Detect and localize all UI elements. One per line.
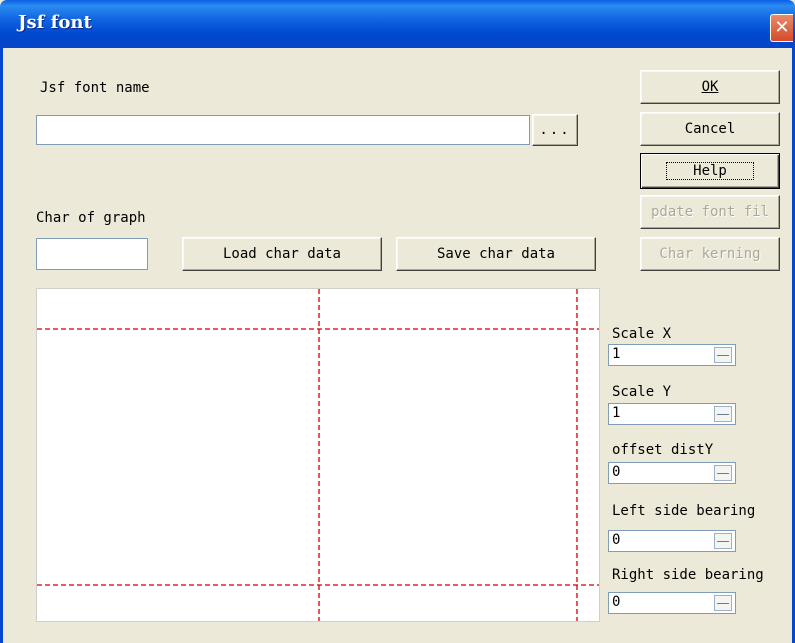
scale-x-arrows[interactable] — [714, 347, 732, 363]
char-kerning-label: Char kerning — [659, 246, 761, 262]
ok-label: OK — [701, 79, 719, 95]
help-label: Help — [666, 162, 754, 180]
char-kerning-button[interactable]: Char kerning — [640, 237, 780, 271]
spin-down-icon[interactable] — [715, 356, 731, 363]
close-icon: ✕ — [774, 17, 790, 38]
left-side-bearing-spinner[interactable]: 0 — [608, 530, 736, 552]
spin-down-icon[interactable] — [715, 604, 731, 611]
offset-dist-y-value: 0 — [612, 464, 621, 480]
spin-down-icon[interactable] — [715, 415, 731, 422]
right-side-bearing-label: Right side bearing — [612, 567, 764, 583]
glyph-canvas[interactable] — [36, 288, 600, 622]
scale-y-arrows[interactable] — [714, 406, 732, 422]
char-of-graph-input[interactable] — [36, 238, 148, 270]
window-frame-left — [0, 48, 3, 643]
scale-y-spinner[interactable]: 1 — [608, 403, 736, 425]
right-side-bearing-spinner[interactable]: 0 — [608, 592, 736, 614]
scale-x-spinner[interactable]: 1 — [608, 344, 736, 366]
update-font-file-label: pdate font fil — [650, 204, 769, 220]
glyph-guides — [37, 289, 599, 621]
right-side-bearing-value: 0 — [612, 594, 621, 610]
spin-down-icon[interactable] — [715, 474, 731, 481]
scale-x-label: Scale X — [612, 326, 672, 342]
spin-up-icon[interactable] — [715, 534, 731, 541]
browse-button[interactable]: ... — [532, 114, 578, 146]
scale-x-value: 1 — [612, 346, 621, 362]
close-button[interactable]: ✕ — [770, 14, 793, 42]
spin-up-icon[interactable] — [715, 407, 731, 414]
spin-down-icon[interactable] — [715, 542, 731, 549]
offset-dist-y-label: offset distY — [612, 442, 714, 458]
right-side-bearing-arrows[interactable] — [714, 595, 732, 611]
offset-dist-y-spinner[interactable]: 0 — [608, 462, 736, 484]
font-name-input[interactable] — [36, 115, 530, 145]
load-char-data-label: Load char data — [222, 246, 341, 262]
char-of-graph-label: Char of graph — [36, 210, 146, 226]
scale-y-value: 1 — [612, 405, 621, 421]
left-side-bearing-label: Left side bearing — [612, 503, 756, 519]
left-side-bearing-value: 0 — [612, 532, 621, 548]
left-side-bearing-arrows[interactable] — [714, 533, 732, 549]
cancel-button[interactable]: Cancel — [640, 112, 780, 146]
ok-button[interactable]: OK — [640, 70, 780, 104]
spin-up-icon[interactable] — [715, 596, 731, 603]
spin-up-icon[interactable] — [715, 466, 731, 473]
load-char-data-button[interactable]: Load char data — [182, 237, 382, 271]
cancel-label: Cancel — [684, 121, 736, 137]
help-button[interactable]: Help — [640, 153, 780, 189]
update-font-file-button[interactable]: pdate font fil — [640, 195, 780, 229]
offset-dist-y-arrows[interactable] — [714, 465, 732, 481]
scale-y-label: Scale Y — [612, 384, 672, 400]
spin-up-icon[interactable] — [715, 348, 731, 355]
title-bar[interactable]: Jsf font ✕ — [0, 0, 795, 48]
window-title: Jsf font — [18, 12, 92, 33]
save-char-data-label: Save char data — [436, 246, 555, 262]
save-char-data-button[interactable]: Save char data — [396, 237, 596, 271]
font-name-label: Jsf font name — [40, 80, 150, 96]
